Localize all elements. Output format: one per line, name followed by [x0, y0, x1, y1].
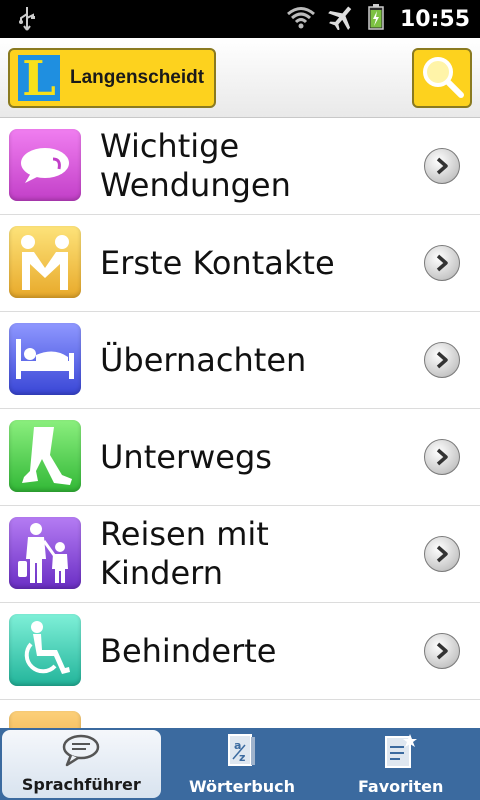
list-item-label: Wichtige Wendungen [100, 127, 291, 204]
dictionary-icon: az [227, 733, 257, 773]
list-item-label: Unterwegs [100, 437, 272, 476]
list-item-wichtige-wendungen[interactable]: Wichtige Wendungen [0, 118, 480, 215]
app-header: L Langenscheidt [0, 38, 480, 118]
langenscheidt-logo-icon: L [16, 51, 62, 107]
chevron-right-icon[interactable] [424, 342, 460, 378]
speech-bubble-icon [61, 733, 101, 771]
status-time: 10:55 [399, 6, 470, 32]
list-item-label: Erste Kontakte [100, 243, 335, 282]
list-item-partial[interactable] [0, 700, 480, 728]
list-item-reisen-mit-kindern[interactable]: Reisen mit Kindern [0, 506, 480, 603]
list-item-label: Behinderte [100, 631, 277, 670]
tab-woerterbuch[interactable]: az Wörterbuch [163, 728, 322, 800]
langenscheidt-logo-button[interactable]: L Langenscheidt [8, 48, 216, 108]
tab-label: Sprachführer [21, 775, 141, 794]
chevron-right-icon[interactable] [424, 633, 460, 669]
wheelchair-icon [9, 614, 81, 686]
favorites-list-icon [384, 733, 418, 773]
status-bar: 10:55 [0, 0, 480, 38]
walking-legs-icon [9, 420, 81, 492]
usb-icon [18, 6, 36, 36]
partial-icon [9, 711, 81, 728]
search-button[interactable] [412, 48, 472, 108]
chevron-right-icon[interactable] [424, 245, 460, 281]
speech-bubble-icon [9, 129, 81, 201]
airplane-icon [328, 4, 356, 34]
list-item-behinderte[interactable]: Behinderte [0, 603, 480, 700]
list-item-erste-kontakte[interactable]: Erste Kontakte [0, 215, 480, 312]
svg-text:z: z [239, 751, 245, 764]
wifi-icon [286, 5, 316, 33]
chevron-right-icon[interactable] [424, 536, 460, 572]
list-item-label [100, 700, 400, 728]
chevron-right-icon[interactable] [424, 148, 460, 184]
tab-favoriten[interactable]: Favoriten [321, 728, 480, 800]
search-icon [419, 53, 465, 103]
handshake-icon [9, 226, 81, 298]
tab-sprachfuehrer[interactable]: Sprachführer [2, 730, 161, 798]
chevron-right-icon[interactable] [424, 439, 460, 475]
tab-label: Favoriten [357, 777, 444, 796]
list-item-label: Reisen mit Kindern [100, 515, 269, 592]
bed-icon [9, 323, 81, 395]
phrasebook-category-list: Wichtige Wendungen Erste Kontakte Überna… [0, 118, 480, 728]
parent-child-icon [9, 517, 81, 589]
list-item-label: Übernachten [100, 340, 307, 379]
bottom-tab-bar: Sprachführer az Wörterbuch Favoriten [0, 728, 480, 800]
battery-charging-icon [368, 4, 384, 34]
list-item-unterwegs[interactable]: Unterwegs [0, 409, 480, 506]
tab-label: Wörterbuch [188, 777, 296, 796]
logo-text: Langenscheidt [70, 67, 205, 88]
list-item-uebernachten[interactable]: Übernachten [0, 312, 480, 409]
